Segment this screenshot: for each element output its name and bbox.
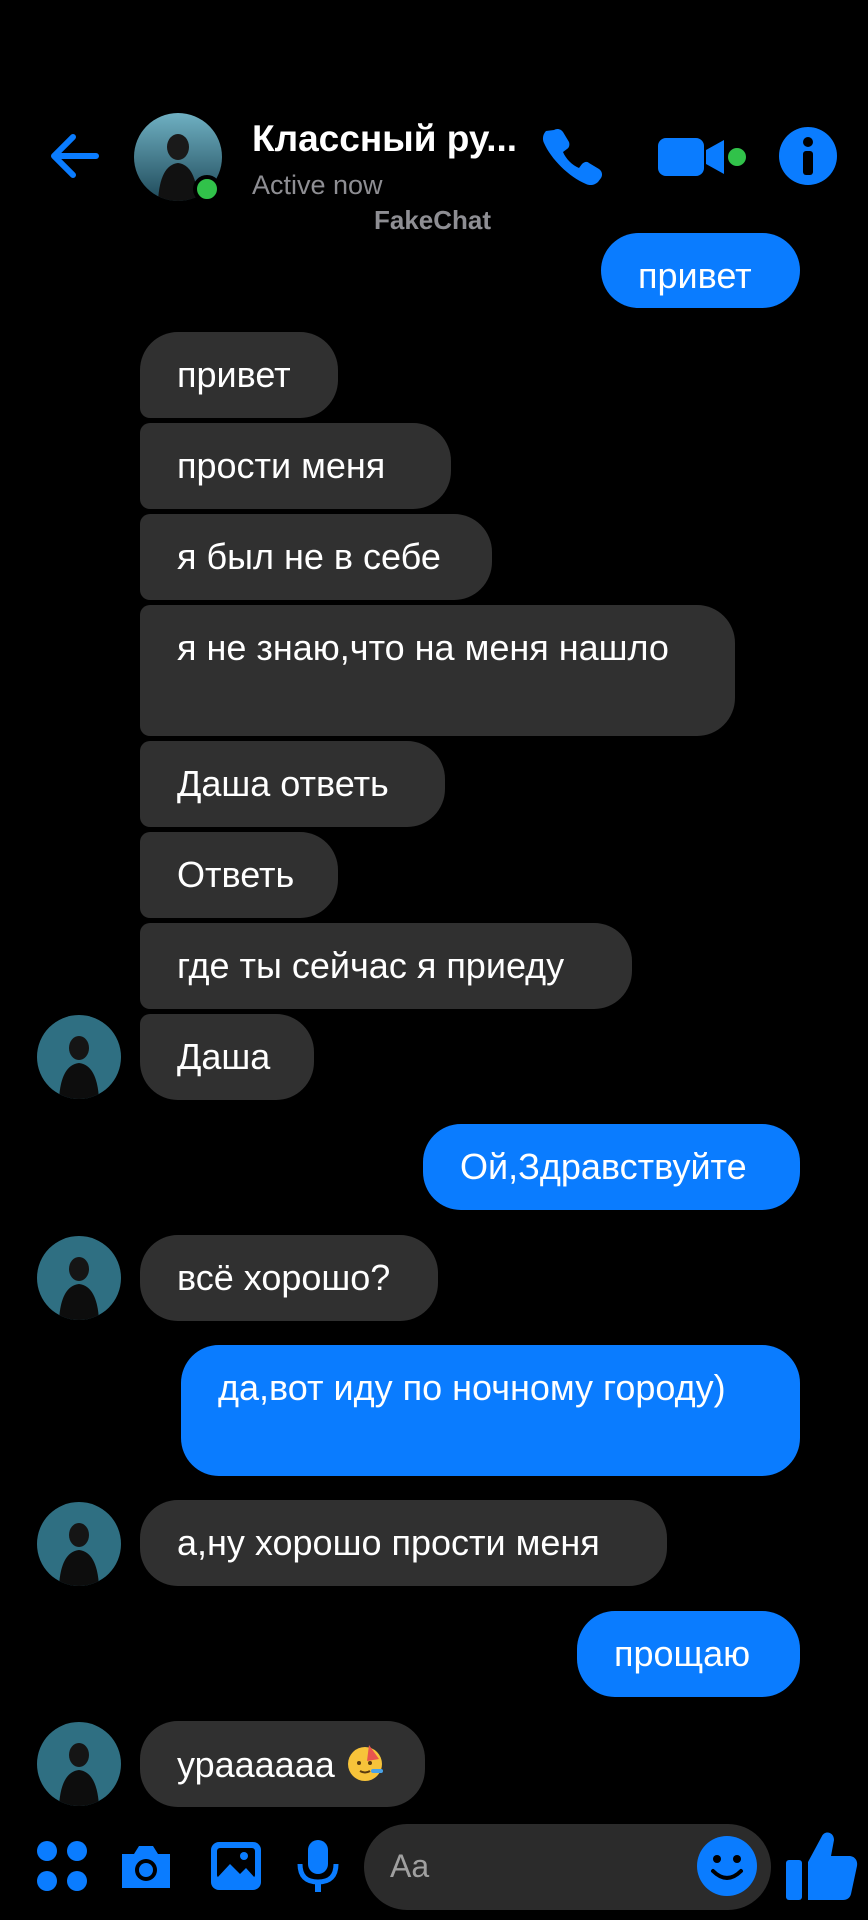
message-bubble-incoming[interactable]: где ты сейчас я приеду	[140, 923, 632, 1009]
message-text: привет	[177, 354, 291, 395]
message-text: урааааaa	[177, 1744, 335, 1785]
message-bubble-incoming[interactable]: я был не в себе	[140, 514, 492, 600]
arrow-left-icon	[51, 134, 99, 178]
microphone-icon	[297, 1840, 339, 1892]
info-button[interactable]	[776, 124, 840, 188]
message-bubble-outgoing[interactable]: Ой,Здравствуйте	[423, 1124, 800, 1210]
message-bubble-incoming[interactable]: я не знаю,что на меня нашло	[140, 605, 735, 736]
message-text: Даша ответь	[177, 763, 389, 804]
contact-avatar-small[interactable]	[37, 1502, 121, 1586]
call-button[interactable]	[540, 124, 604, 188]
back-button[interactable]	[46, 128, 102, 184]
message-bubble-incoming[interactable]: всё хорошо?	[140, 1235, 438, 1321]
like-button[interactable]	[784, 1824, 860, 1904]
video-call-button[interactable]	[656, 124, 748, 188]
message-bubble-incoming[interactable]: Даша	[140, 1014, 314, 1100]
video-camera-icon	[658, 138, 746, 176]
online-status-dot	[193, 175, 221, 203]
apps-button[interactable]	[32, 1836, 92, 1896]
message-input-placeholder: Aa	[390, 1848, 430, 1884]
message-text: прощаю	[614, 1633, 751, 1674]
message-text: я был не в себе	[177, 536, 441, 577]
message-bubble-incoming[interactable]: привет	[140, 332, 338, 418]
contact-name[interactable]: Классный ру...	[252, 118, 517, 160]
message-text: привет	[638, 255, 752, 296]
watermark: FakeChat	[374, 205, 492, 235]
message-bubble-incoming[interactable]: прости меня	[140, 423, 451, 509]
message-text: всё хорошо?	[177, 1257, 391, 1298]
party-face-emoji	[347, 1745, 383, 1781]
message-bubble-incoming[interactable]: а,ну хорошо прости меня	[140, 1500, 667, 1586]
voice-message-button[interactable]	[288, 1836, 348, 1896]
camera-icon	[122, 1846, 170, 1888]
message-bubble-outgoing[interactable]: привет	[601, 233, 800, 308]
four-dots-icon	[37, 1841, 87, 1891]
contact-avatar-small[interactable]	[37, 1015, 121, 1099]
smiley-icon	[697, 1836, 757, 1896]
message-bubble-incoming[interactable]: Ответь	[140, 832, 338, 918]
message-text: а,ну хорошо прости меня	[177, 1522, 600, 1563]
message-text: прости меня	[177, 445, 386, 486]
gallery-button[interactable]	[206, 1836, 266, 1896]
contact-avatar-small[interactable]	[37, 1722, 121, 1806]
thumbs-up-icon	[786, 1832, 858, 1900]
active-status: Active now	[252, 170, 383, 200]
image-icon	[211, 1842, 261, 1890]
message-text: да,вот иду по ночному городу)	[218, 1367, 726, 1408]
message-bubble-incoming[interactable]: урааааaa	[140, 1721, 425, 1807]
message-text: Даша	[177, 1036, 271, 1077]
message-text: Ой,Здравствуйте	[460, 1146, 747, 1187]
info-icon	[779, 127, 837, 185]
message-text: где ты сейчас я приеду	[177, 945, 565, 986]
message-text: я не знаю,что на меня нашло	[177, 627, 669, 668]
message-bubble-outgoing[interactable]: прощаю	[577, 1611, 800, 1697]
message-text: Ответь	[177, 854, 295, 895]
contact-avatar-small[interactable]	[37, 1236, 121, 1320]
emoji-button[interactable]	[694, 1833, 760, 1899]
phone-icon	[542, 128, 603, 186]
message-bubble-incoming[interactable]: Даша ответь	[140, 741, 445, 827]
message-input[interactable]: Aa	[364, 1824, 771, 1910]
camera-button[interactable]	[116, 1836, 176, 1896]
message-bubble-outgoing[interactable]: да,вот иду по ночному городу)	[181, 1345, 800, 1476]
